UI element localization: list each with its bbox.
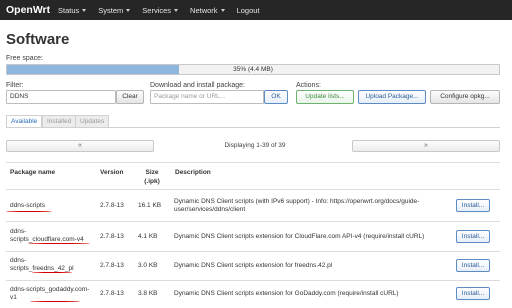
install-button[interactable]: Install... — [456, 230, 490, 243]
red-underline-annotation — [6, 211, 52, 212]
package-name: ddns-scripts — [10, 202, 46, 209]
top-navbar: OpenWrt Status System Services Network L… — [0, 0, 512, 20]
col-header-size: Size (.ipk) — [144, 169, 160, 185]
package-description: Dynamic DNS Client scripts extension for… — [174, 233, 425, 240]
package-version: 2.7.8-13 — [100, 233, 124, 240]
menu-network-label: Network — [190, 5, 218, 15]
ok-button[interactable]: OK — [264, 90, 288, 104]
table-row: ddns-scripts_godaddy.com-v1 2.7.8-13 3.8… — [6, 281, 500, 308]
free-space-bar: 35% (4.4 MB) — [6, 64, 500, 75]
menu-services[interactable]: Services — [142, 5, 179, 15]
clear-button[interactable]: Clear — [116, 90, 144, 104]
filter-input[interactable]: DDNS — [6, 90, 116, 104]
package-name: ddns-scripts_cloudflare.com-v4 — [10, 228, 84, 243]
table-row: ddns-scripts_cloudflare.com-v4 2.7.8-13 … — [6, 222, 500, 251]
table-row: ddns-scripts 2.7.8-13 16.1 KB Dynamic DN… — [6, 190, 500, 221]
col-header-description: Description — [175, 169, 211, 176]
table-top-border — [6, 162, 500, 163]
package-size: 3.0 KB — [138, 262, 158, 269]
upload-package-button[interactable]: Upload Package... — [358, 90, 426, 104]
tab-installed[interactable]: Installed — [42, 115, 77, 127]
update-lists-button[interactable]: Update lists... — [296, 90, 354, 104]
install-button[interactable]: Install... — [456, 199, 490, 212]
pager-next-button[interactable]: » — [352, 140, 500, 152]
package-description: Dynamic DNS Client scripts extension for… — [174, 290, 399, 297]
package-size: 4.1 KB — [138, 233, 158, 240]
menu-system-label: System — [98, 5, 124, 15]
menu-status[interactable]: Status — [58, 5, 87, 15]
package-description: Dynamic DNS Client scripts (with IPv6 su… — [174, 198, 420, 213]
install-button[interactable]: Install... — [456, 259, 490, 272]
package-version: 2.7.8-13 — [100, 202, 124, 209]
package-name: ddns-scripts_freedns_42_pl — [10, 257, 74, 272]
menu-system[interactable]: System — [98, 5, 131, 15]
package-name: ddns-scripts_godaddy.com-v1 — [10, 286, 90, 301]
package-size: 3.8 KB — [138, 290, 158, 297]
tab-divider — [6, 127, 500, 128]
menu-logout-label: Logout — [236, 5, 260, 15]
pager-status: Displaying 1-39 of 39 — [224, 142, 286, 149]
free-space-text: 35% (4.4 MB) — [233, 66, 273, 73]
red-underline-annotation — [32, 272, 72, 273]
tab-available[interactable]: Available — [6, 115, 43, 127]
red-underline-annotation — [30, 301, 80, 302]
red-underline-annotation — [28, 243, 90, 244]
menu-services-label: Services — [142, 5, 172, 15]
install-button[interactable]: Install... — [456, 287, 490, 300]
free-space-label: Free space: — [6, 55, 43, 62]
filter-label: Filter: — [6, 82, 24, 89]
package-version: 2.7.8-13 — [100, 290, 124, 297]
page-title: Software — [6, 31, 70, 48]
col-header-name: Package name — [10, 169, 56, 176]
package-description: Dynamic DNS Client scripts extension for… — [174, 262, 333, 269]
configure-opkg-button[interactable]: Configure opkg... — [430, 90, 500, 104]
main-menu: Status System Services Network Logout — [58, 6, 272, 15]
menu-network[interactable]: Network — [190, 6, 225, 15]
menu-status-label: Status — [58, 5, 80, 15]
col-header-version: Version — [100, 169, 124, 176]
actions-label: Actions: — [296, 82, 321, 89]
package-url-input[interactable]: Package name or URL... — [150, 90, 264, 104]
menu-logout[interactable]: Logout — [237, 6, 260, 15]
chevron-down-icon — [220, 8, 225, 12]
brand-logo[interactable]: OpenWrt — [0, 4, 58, 16]
download-label: Download and install package: — [150, 82, 245, 89]
chevron-down-icon — [126, 8, 131, 12]
chevron-down-icon — [82, 8, 87, 12]
chevron-down-icon — [174, 8, 179, 12]
pager-prev-button[interactable]: « — [6, 140, 154, 152]
table-row: ddns-scripts_freedns_42_pl 2.7.8-13 3.0 … — [6, 252, 500, 280]
package-size: 16.1 KB — [138, 202, 162, 209]
tab-updates[interactable]: Updates — [75, 115, 110, 127]
package-version: 2.7.8-13 — [100, 262, 124, 269]
